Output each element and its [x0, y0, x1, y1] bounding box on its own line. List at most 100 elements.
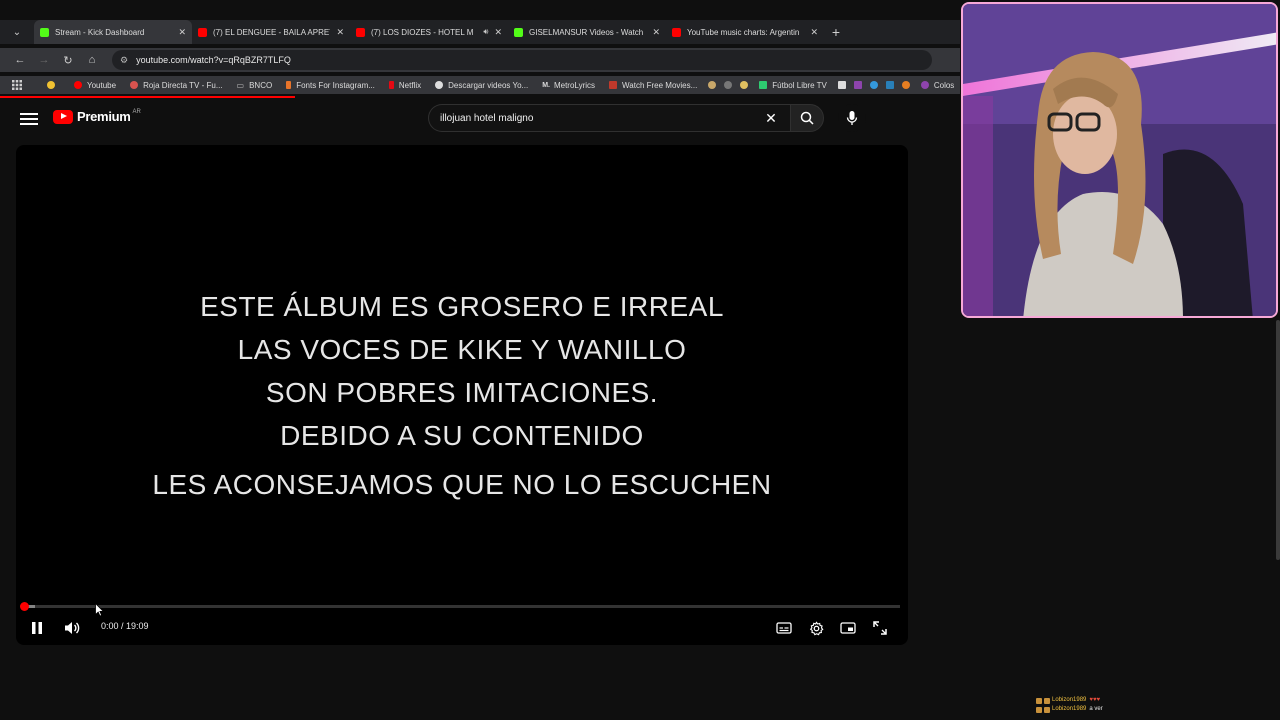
bookmark-icon-2[interactable]: [720, 76, 736, 94]
back-arrow-icon[interactable]: ←: [8, 48, 32, 72]
bookmark-youtube[interactable]: Youtube: [67, 76, 123, 94]
bookmark-icon-6[interactable]: [866, 76, 882, 94]
tab-label: Stream - Kick Dashboard: [55, 27, 145, 37]
bookmark-futbol-libre[interactable]: Fútbol Libre TV: [752, 76, 834, 94]
search-button[interactable]: [790, 104, 824, 132]
download-icon: [435, 81, 444, 89]
bookmark-favicon-icon: [708, 81, 717, 89]
site-info-tune-icon[interactable]: ⚙: [120, 55, 128, 66]
bookmark-roja-directa[interactable]: Roja Directa TV - Fu...: [123, 76, 229, 94]
bookmark-label: MetroLyrics: [553, 80, 596, 90]
clear-search-icon[interactable]: ✕: [762, 109, 780, 127]
progress-bar[interactable]: [24, 605, 900, 608]
miniplayer-button[interactable]: [836, 616, 860, 640]
chat-message: Lobizon1989 a ver: [1036, 705, 1103, 714]
chat-username: Lobizon1989: [1052, 706, 1087, 712]
bookmark-icon-1[interactable]: [704, 76, 720, 94]
video-player[interactable]: ESTE ÁLBUM ES GROSERO E IRREAL LAS VOCES…: [16, 145, 908, 645]
chat-message: Lobizon1989 ♥♥♥: [1036, 696, 1103, 705]
chat-badge-icon: [1036, 706, 1042, 713]
tab-close-icon[interactable]: ✕: [336, 27, 344, 38]
tab-audio-speaker-icon[interactable]: 🔊︎: [483, 27, 488, 37]
chat-text: a ver: [1089, 706, 1103, 712]
subtitles-button[interactable]: [772, 616, 796, 640]
mouse-cursor-icon: [95, 603, 104, 617]
bookmarks-bar: Youtube Roja Directa TV - Fu... ▭ BNCO Fo…: [0, 76, 960, 94]
bookmark-netflix[interactable]: Netflix: [382, 76, 428, 94]
tab-close-icon[interactable]: ✕: [494, 27, 502, 38]
video-caption-line: LES ACONSEJAMOS QUE NO LO ESCUCHEN: [152, 469, 772, 500]
youtube-icon: [74, 81, 82, 89]
video-caption-line: DEBIDO A SU CONTENIDO: [280, 420, 644, 451]
tab-label: (7) LOS DIOZES - HOTEL M: [371, 27, 474, 37]
netflix-icon: [388, 81, 394, 89]
bookmark-descargar-videos[interactable]: Descargar videos Yo...: [428, 76, 535, 94]
reload-icon[interactable]: ↻: [56, 48, 80, 72]
bookmark-colos[interactable]: Colos: [914, 76, 960, 94]
bookmark-icon-5[interactable]: [850, 76, 866, 94]
browser-toolbar: ← → ↻ ⌂ ⚙ youtube.com/watch?v=qRqBZR7TLF…: [0, 48, 960, 72]
bookmark-icon-7[interactable]: [882, 76, 898, 94]
volume-icon: [65, 622, 80, 634]
address-url: youtube.com/watch?v=qRqBZR7TLFQ: [136, 55, 291, 65]
menu-hamburger-icon[interactable]: [20, 110, 38, 128]
settings-button[interactable]: [804, 616, 828, 640]
fullscreen-button[interactable]: [868, 616, 892, 640]
pause-button[interactable]: [25, 616, 49, 640]
tab-close-icon[interactable]: ✕: [652, 27, 660, 38]
kick-favicon-icon: [514, 27, 523, 37]
smiley-icon: [47, 81, 55, 89]
bookmark-emoji[interactable]: [40, 76, 67, 94]
bookmark-label: Fonts For Instagram...: [296, 80, 375, 90]
youtube-favicon-icon: [198, 27, 207, 37]
tab-close-icon[interactable]: ✕: [810, 27, 818, 38]
forward-arrow-icon[interactable]: →: [32, 48, 56, 72]
tab-label: GISELMANSUR Videos - Watch: [529, 27, 644, 37]
browser-tab-strip: ⌄ Stream - Kick Dashboard ✕ (7) EL DENGU…: [0, 20, 960, 44]
metrolyrics-icon: M.: [542, 81, 550, 89]
youtube-premium-logo[interactable]: Premium AR: [53, 109, 141, 124]
bookmark-label: Watch Free Movies...: [622, 80, 698, 90]
bookmark-label: Fútbol Libre TV: [772, 80, 827, 90]
bookmark-favicon-icon: [853, 81, 862, 89]
tab-youtube-music-charts[interactable]: YouTube music charts: Argentin ✕: [666, 20, 824, 44]
home-icon[interactable]: ⌂: [80, 48, 104, 72]
bookmark-bnco[interactable]: ▭ BNCO: [230, 76, 280, 94]
page-load-progress-bar: [0, 96, 295, 98]
right-panel: [960, 320, 1280, 720]
bookmark-favicon-icon: [869, 81, 878, 89]
bookmark-metrolyrics[interactable]: M. MetroLyrics: [535, 76, 602, 94]
address-bar[interactable]: ⚙ youtube.com/watch?v=qRqBZR7TLFQ: [112, 50, 932, 70]
bookmark-label: Roja Directa TV - Fu...: [143, 80, 223, 90]
bookmark-watch-free-movies[interactable]: Watch Free Movies...: [602, 76, 704, 94]
subtitles-icon: [776, 622, 792, 634]
chat-badge-icon: [1044, 697, 1050, 704]
bookmark-icon-3[interactable]: [736, 76, 752, 94]
voice-search-button[interactable]: [838, 104, 866, 132]
youtube-favicon-icon: [672, 27, 681, 37]
search-input[interactable]: illojuan hotel maligno: [428, 104, 792, 132]
bookmark-fonts-instagram[interactable]: Fonts For Instagram...: [279, 76, 382, 94]
page-scrollbar[interactable]: [1276, 320, 1280, 560]
video-caption-line: LAS VOCES DE KIKE Y WANILLO: [237, 334, 687, 365]
tab-el-denguee[interactable]: (7) EL DENGUEE - BAILA APRET ✕: [192, 20, 350, 44]
new-tab-plus-icon[interactable]: +: [824, 20, 848, 44]
chat-emotes: ♥♥♥: [1089, 697, 1101, 703]
bookmark-icon-8[interactable]: [898, 76, 914, 94]
tab-close-icon[interactable]: ✕: [178, 27, 186, 38]
bookmark-label: Colos: [933, 80, 955, 90]
bookmark-favicon-icon: [837, 81, 846, 89]
bookmark-icon-4[interactable]: [834, 76, 850, 94]
chat-username: Lobizon1989: [1052, 697, 1087, 703]
tab-kick-dashboard[interactable]: Stream - Kick Dashboard ✕: [34, 20, 192, 44]
tab-giselmansur[interactable]: GISELMANSUR Videos - Watch ✕: [508, 20, 666, 44]
tab-los-diozes[interactable]: (7) LOS DIOZES - HOTEL M 🔊︎ ✕: [350, 20, 508, 44]
tab-label: (7) EL DENGUEE - BAILA APRET: [213, 27, 331, 37]
chat-badge-icon: [1036, 697, 1042, 704]
video-caption-line: ESTE ÁLBUM ES GROSERO E IRREAL: [200, 291, 724, 322]
progress-scrubber-handle[interactable]: [20, 602, 29, 611]
mute-button[interactable]: [60, 616, 84, 640]
bookmark-favicon-icon: [901, 81, 910, 89]
apps-grid-icon[interactable]: [0, 76, 26, 94]
tab-search-chevron-icon[interactable]: ⌄: [0, 20, 34, 44]
